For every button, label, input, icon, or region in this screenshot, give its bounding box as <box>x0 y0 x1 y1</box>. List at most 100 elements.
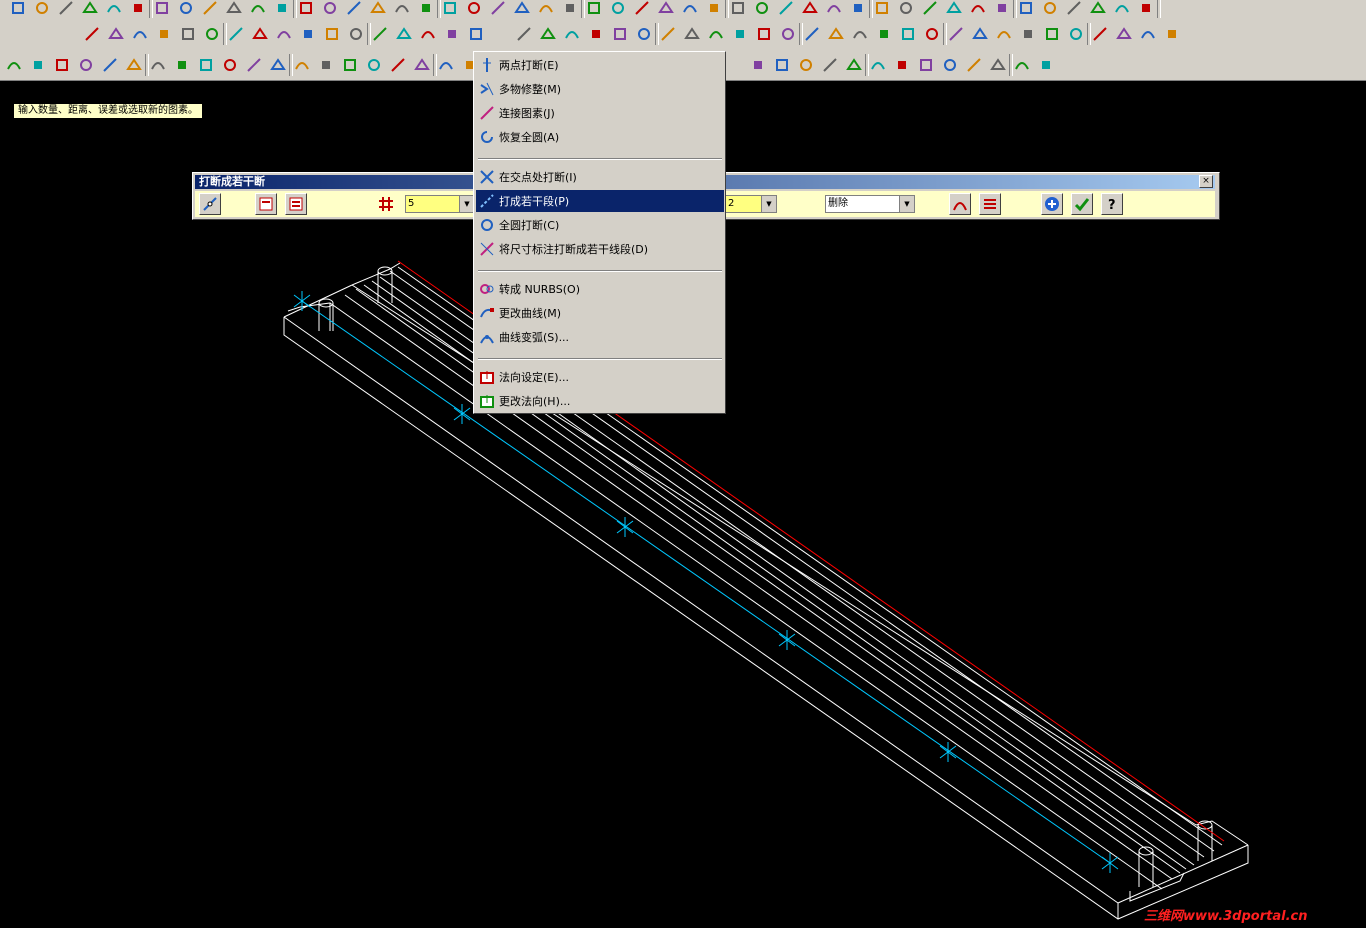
menu-item-convert-nurbs[interactable]: 转成 NURBS(O) <box>476 278 724 300</box>
toolbar-tool-button[interactable] <box>560 0 580 18</box>
toolbar-tool-button[interactable] <box>994 24 1014 44</box>
toolbar-tool-button[interactable] <box>898 24 918 44</box>
toolbar-tool-button[interactable] <box>104 0 124 18</box>
toolbar-tool-button[interactable] <box>1040 0 1060 18</box>
toolbar-tool-button[interactable] <box>466 24 486 44</box>
toolbar-tool-button[interactable] <box>820 55 840 75</box>
toolbar-tool-button[interactable] <box>268 55 288 75</box>
toolbar-tool-button[interactable] <box>436 55 456 75</box>
toolbar-tool-button[interactable] <box>8 0 28 18</box>
original-curve-dropdown[interactable]: ▼ <box>899 196 914 212</box>
toolbar-tool-button[interactable] <box>220 55 240 75</box>
toolbar-tool-button[interactable] <box>728 0 748 18</box>
toolbar-tool-button[interactable] <box>128 0 148 18</box>
toolbar-tool-button[interactable] <box>848 0 868 18</box>
toolbar-tool-button[interactable] <box>364 55 384 75</box>
toolbar-tool-button[interactable] <box>82 24 102 44</box>
toolbar-tool-button[interactable] <box>1162 24 1182 44</box>
toolbar-tool-button[interactable] <box>752 0 772 18</box>
toolbar-tool-button[interactable] <box>922 24 942 44</box>
toolbar-tool-button[interactable] <box>800 0 820 18</box>
toolbar-tool-button[interactable] <box>226 24 246 44</box>
toolbar-tool-button[interactable] <box>202 24 222 44</box>
toolbar-tool-button[interactable] <box>796 55 816 75</box>
toolbar-tool-button[interactable] <box>148 55 168 75</box>
toolbar-tool-button[interactable] <box>250 24 270 44</box>
toolbar-tool-button[interactable] <box>176 0 196 18</box>
toolbar-tool-button[interactable] <box>802 24 822 44</box>
toolbar-tool-button[interactable] <box>440 0 460 18</box>
menu-item-trim-many[interactable]: 多物修整(M) <box>476 78 724 100</box>
toolbar-tool-button[interactable] <box>316 55 336 75</box>
toolbar-tool-button[interactable] <box>76 55 96 75</box>
toolbar-tool-button[interactable] <box>896 0 916 18</box>
toolbar-tool-button[interactable] <box>584 0 604 18</box>
toolbar-tool-button[interactable] <box>100 55 120 75</box>
toolbar-tool-button[interactable] <box>940 55 960 75</box>
dialog-close-button[interactable]: × <box>1199 175 1213 188</box>
toolbar-tool-button[interactable] <box>706 24 726 44</box>
toolbar-tool-button[interactable] <box>178 24 198 44</box>
toolbar-tool-button[interactable] <box>536 0 556 18</box>
toolbar-tool-button[interactable] <box>418 24 438 44</box>
toolbar-tool-button[interactable] <box>1136 0 1156 18</box>
toolbar-tool-button[interactable] <box>442 24 462 44</box>
toolbar-tool-button[interactable] <box>298 24 318 44</box>
segments-count-field[interactable]: 5 ▼ <box>405 195 475 213</box>
toolbar-tool-button[interactable] <box>872 0 892 18</box>
toolbar-tool-button[interactable] <box>850 24 870 44</box>
toolbar-tool-button[interactable] <box>296 0 316 18</box>
toolbar-tool-button[interactable] <box>964 55 984 75</box>
toolbar-tool-button[interactable] <box>322 24 342 44</box>
apply-button[interactable] <box>1041 193 1063 215</box>
toolbar-tool-button[interactable] <box>388 55 408 75</box>
toolbar-tool-button[interactable] <box>892 55 912 75</box>
segments-count-dropdown[interactable]: ▼ <box>459 196 474 212</box>
toolbar-tool-button[interactable] <box>512 0 532 18</box>
toolbar-tool-button[interactable] <box>368 0 388 18</box>
help-button[interactable]: ? <box>1101 193 1123 215</box>
toolbar-tool-button[interactable] <box>658 24 678 44</box>
toolbar-tool-button[interactable] <box>464 0 484 18</box>
menu-item-break-circle[interactable]: 全圆打断(C) <box>476 214 724 236</box>
toolbar-tool-button[interactable] <box>1114 24 1134 44</box>
toolbar-tool-button[interactable] <box>992 0 1012 18</box>
menu-item-join-entities[interactable]: 连接图素(J) <box>476 102 724 124</box>
toolbar-tool-button[interactable] <box>826 24 846 44</box>
select-entity-button[interactable] <box>199 193 221 215</box>
toolbar-tool-button[interactable] <box>632 0 652 18</box>
segment-length-mode-button[interactable] <box>285 193 307 215</box>
ok-button[interactable] <box>1071 193 1093 215</box>
toolbar-tool-button[interactable] <box>1036 55 1056 75</box>
original-curve-select[interactable]: 删除 ▼ <box>825 195 915 213</box>
toolbar-tool-button[interactable] <box>538 24 558 44</box>
toolbar-tool-button[interactable] <box>1012 55 1032 75</box>
toolbar-tool-button[interactable] <box>200 0 220 18</box>
toolbar-tool-button[interactable] <box>248 0 268 18</box>
toolbar-tool-button[interactable] <box>824 0 844 18</box>
toolbar-tool-button[interactable] <box>868 55 888 75</box>
toolbar-tool-button[interactable] <box>1016 0 1036 18</box>
toolbar-tool-button[interactable] <box>562 24 582 44</box>
toolbar-tool-button[interactable] <box>968 0 988 18</box>
toolbar-tool-button[interactable] <box>970 24 990 44</box>
toolbar-tool-button[interactable] <box>1042 24 1062 44</box>
toolbar-tool-button[interactable] <box>754 24 774 44</box>
toolbar-tool-button[interactable] <box>340 55 360 75</box>
toolbar-tool-button[interactable] <box>946 24 966 44</box>
toolbar-tool-button[interactable] <box>1064 0 1084 18</box>
toolbar-tool-button[interactable] <box>52 55 72 75</box>
toolbar-tool-button[interactable] <box>124 55 144 75</box>
toolbar-tool-button[interactable] <box>488 0 508 18</box>
toolbar-tool-button[interactable] <box>130 24 150 44</box>
curve-type-button[interactable] <box>949 193 971 215</box>
toolbar-tool-button[interactable] <box>346 24 366 44</box>
toolbar-tool-button[interactable] <box>28 55 48 75</box>
menu-item-restore-circle[interactable]: 恢复全圆(A) <box>476 126 724 148</box>
toolbar-tool-button[interactable] <box>412 55 432 75</box>
toolbar-tool-button[interactable] <box>656 0 676 18</box>
toolbar-tool-button[interactable] <box>172 55 192 75</box>
toolbar-tool-button[interactable] <box>776 0 796 18</box>
toolbar-tool-button[interactable] <box>748 55 768 75</box>
toolbar-tool-button[interactable] <box>920 0 940 18</box>
